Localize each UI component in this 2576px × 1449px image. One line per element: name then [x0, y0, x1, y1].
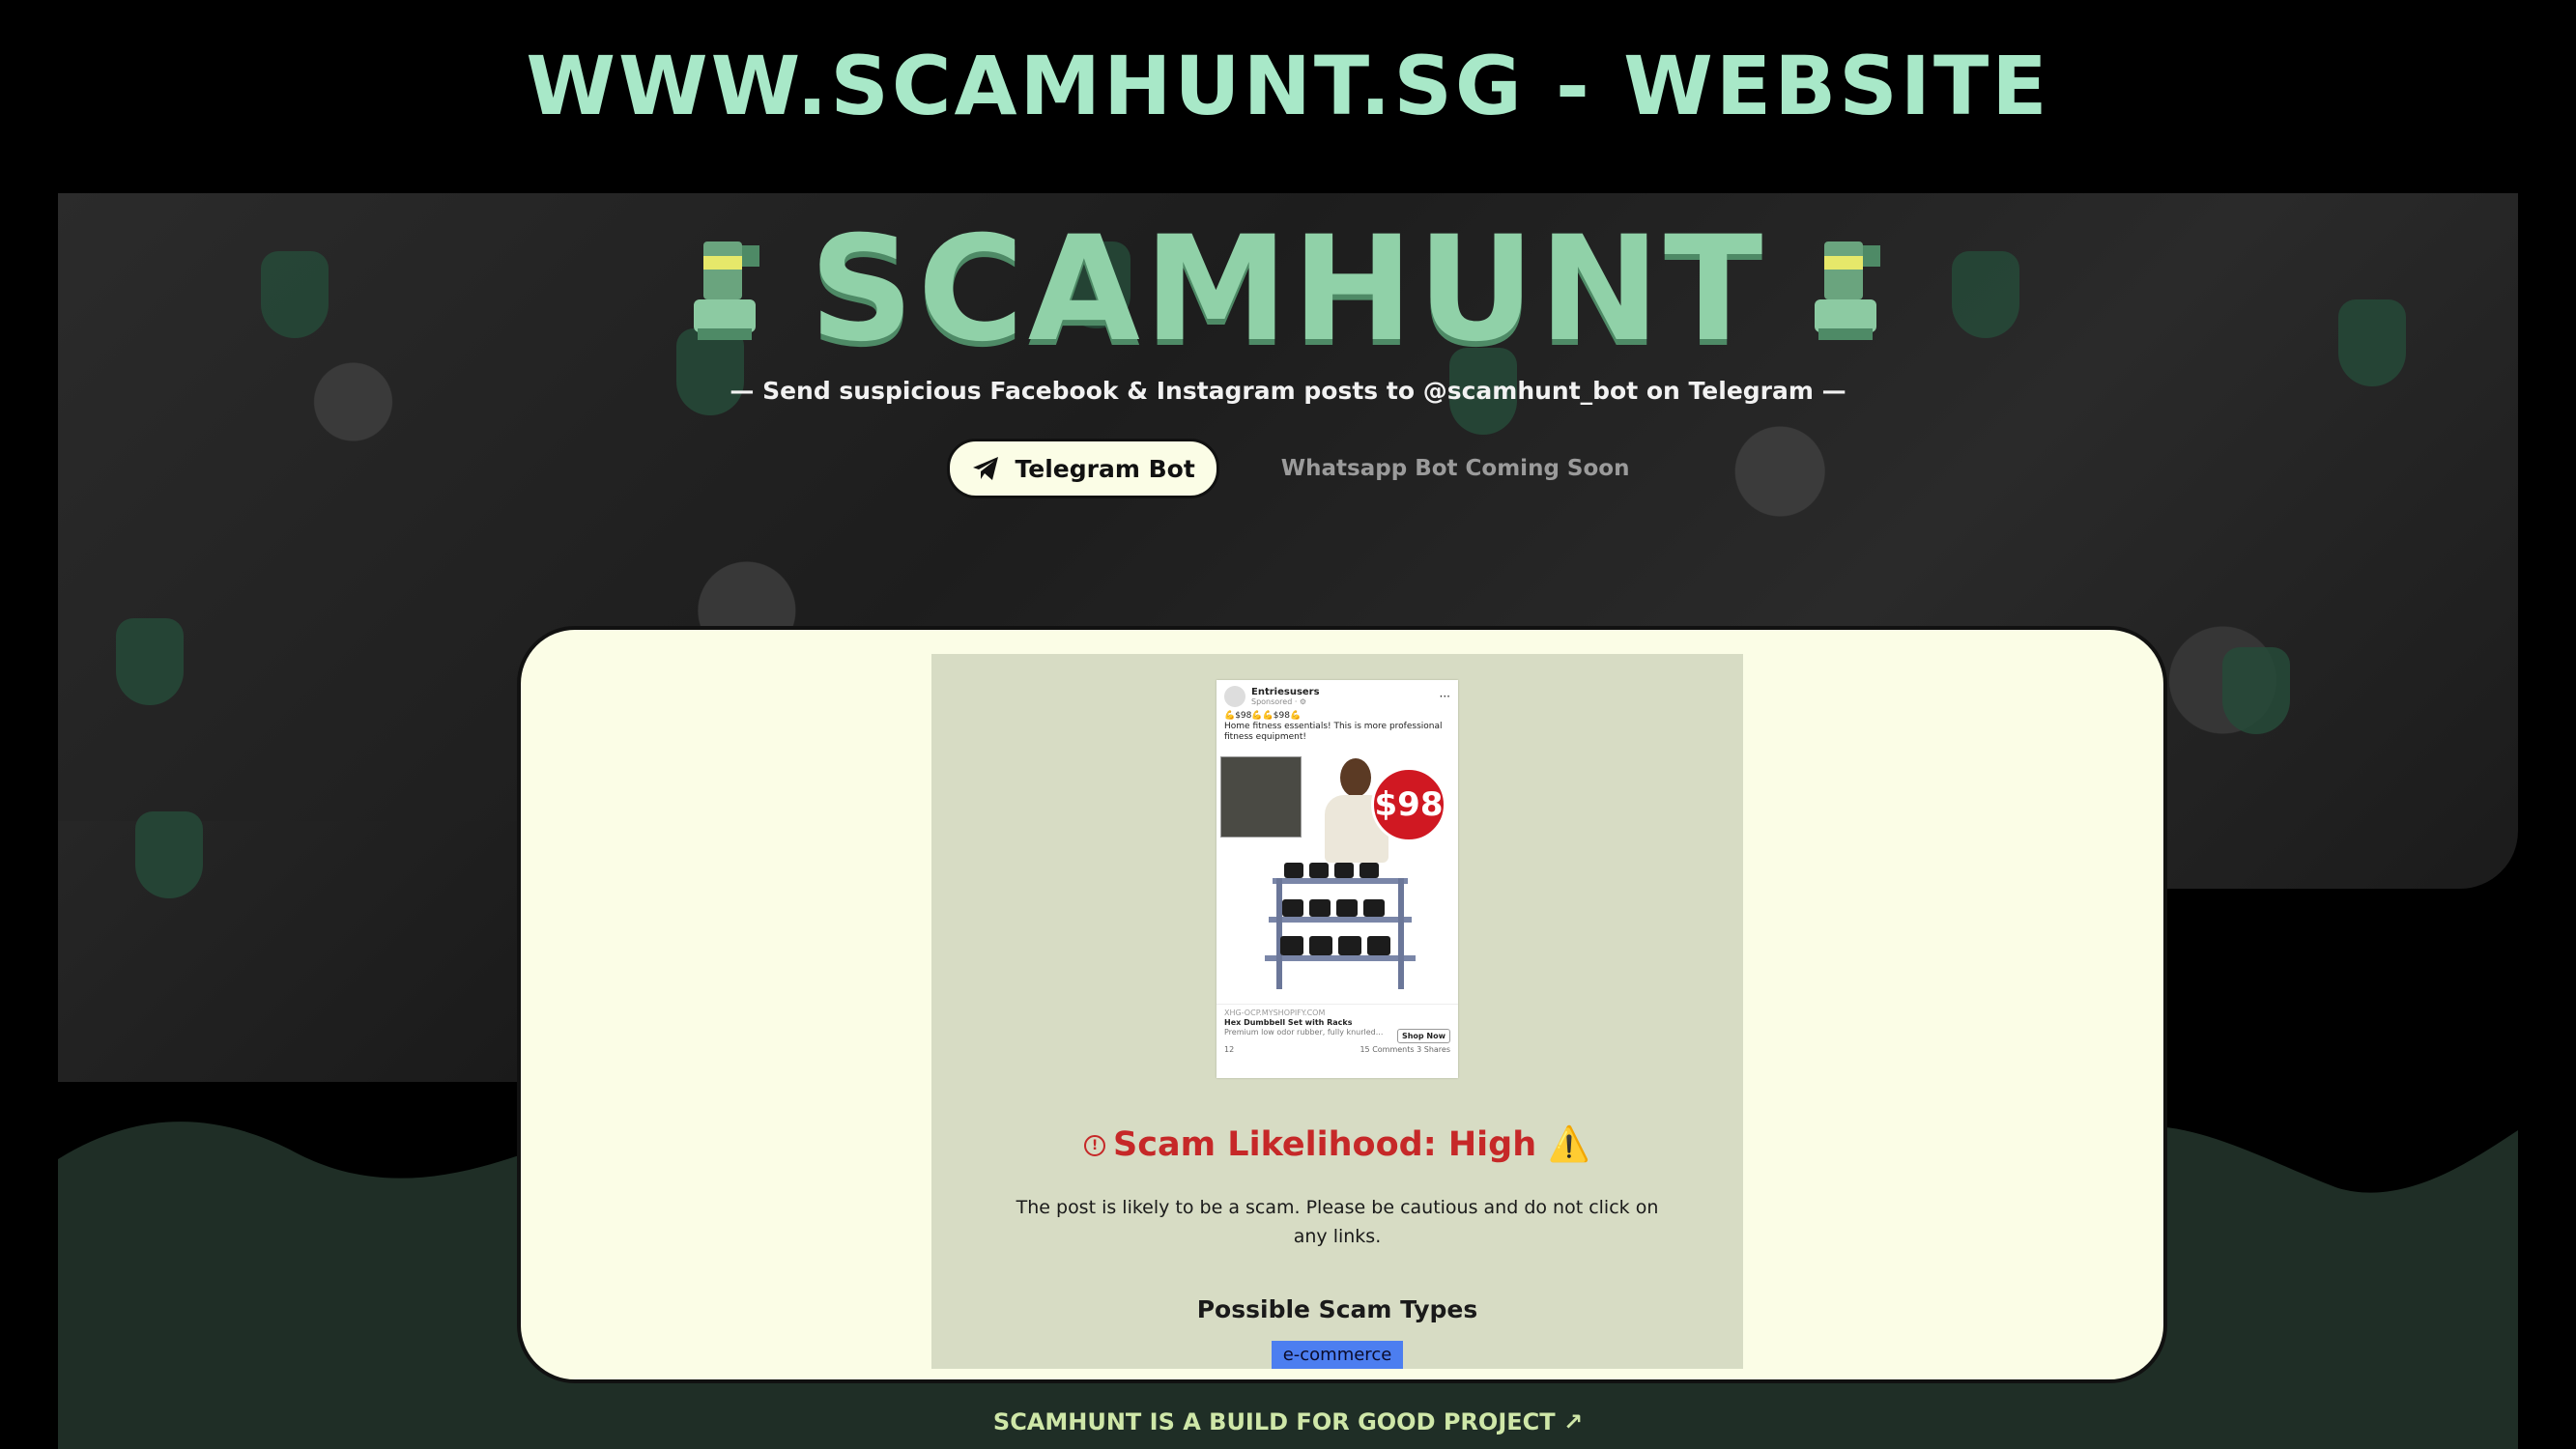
face-mask-decoration: [2222, 647, 2290, 734]
ad-copy: 💪$98💪💪$98💪 Home fitness essentials! This…: [1216, 707, 1458, 747]
telegram-bot-button[interactable]: Telegram Bot: [946, 439, 1219, 498]
face-mask-decoration: [116, 618, 184, 705]
hero-background-lower: [58, 811, 531, 1082]
logo-row: SCAMHUNT: [58, 217, 2518, 362]
tagline: — Send suspicious Facebook & Instagram p…: [730, 377, 1846, 405]
ad-site: XHG-OCP.MYSHOPIFY.COM: [1224, 1009, 1326, 1017]
scam-likelihood-heading: ! Scam Likelihood: High ⚠️: [931, 1124, 1743, 1164]
bot-buttons: Telegram Bot Whatsapp Bot Coming Soon: [58, 439, 2518, 498]
dumbbell-rack-image: [1265, 863, 1416, 989]
ad-product-photo: $98: [1216, 753, 1458, 1004]
model-head: [1340, 758, 1371, 797]
ad-header: Entriesusers Sponsored · ⚙ ···: [1216, 680, 1458, 707]
build-for-good-link[interactable]: SCAMHUNT IS A BUILD FOR GOOD PROJECT ↗: [58, 1408, 2518, 1435]
telegram-plane-icon: [972, 457, 998, 480]
facebook-ad-screenshot: Entriesusers Sponsored · ⚙ ··· 💪$98💪💪$98…: [1216, 680, 1458, 1078]
scamhunt-logo[interactable]: SCAMHUNT: [810, 217, 1767, 362]
scam-type-chip: e-commerce: [1272, 1341, 1403, 1369]
scam-likelihood-label: Scam Likelihood: High: [1113, 1125, 1537, 1164]
ad-product-title: Hex Dumbbell Set with Racks: [1224, 1018, 1353, 1027]
robot-mascot-icon: [1815, 242, 1881, 340]
robot-mascot-icon: [693, 242, 759, 340]
ad-sponsored-label: Sponsored · ⚙: [1251, 697, 1307, 706]
ad-headline: 💪$98💪💪$98💪: [1224, 711, 1302, 721]
analysis-panel: Entriesusers Sponsored · ⚙ ··· 💪$98💪💪$98…: [931, 654, 1743, 1369]
more-options-icon: ···: [1439, 690, 1450, 703]
website-screenshot: SCAMHUNT — Send suspicious Facebook & In…: [58, 193, 2518, 1449]
slide-title: WWW.SCAMHUNT.SG - WEBSITE: [526, 39, 2050, 133]
possible-scam-types-heading: Possible Scam Types: [1196, 1295, 1478, 1323]
page-avatar: [1224, 686, 1245, 707]
yoga-mat-image: [1220, 756, 1302, 838]
warning-icon: ⚠️: [1548, 1125, 1590, 1164]
share-count: 3 Shares: [1417, 1045, 1450, 1054]
result-card: Entriesusers Sponsored · ⚙ ··· 💪$98💪💪$98…: [517, 626, 2167, 1383]
telegram-bot-label: Telegram Bot: [1015, 454, 1195, 483]
face-mask-decoration: [135, 811, 203, 898]
shop-now-button: Shop Now: [1396, 1029, 1450, 1043]
result-description: The post is likely to be a scam. Please …: [1016, 1197, 1659, 1247]
whatsapp-coming-soon: Whatsapp Bot Coming Soon: [1280, 456, 1630, 481]
comment-count: 15 Comments: [1360, 1045, 1415, 1054]
reaction-count: 12: [1224, 1045, 1235, 1054]
price-badge: $98: [1371, 767, 1446, 842]
info-circle-icon: !: [1084, 1135, 1106, 1156]
ad-body: Home fitness essentials! This is more pr…: [1224, 722, 1443, 742]
ad-engagement: 12 15 Comments 3 Shares: [1216, 1041, 1458, 1058]
ad-page-name: Entriesusers: [1251, 687, 1320, 697]
